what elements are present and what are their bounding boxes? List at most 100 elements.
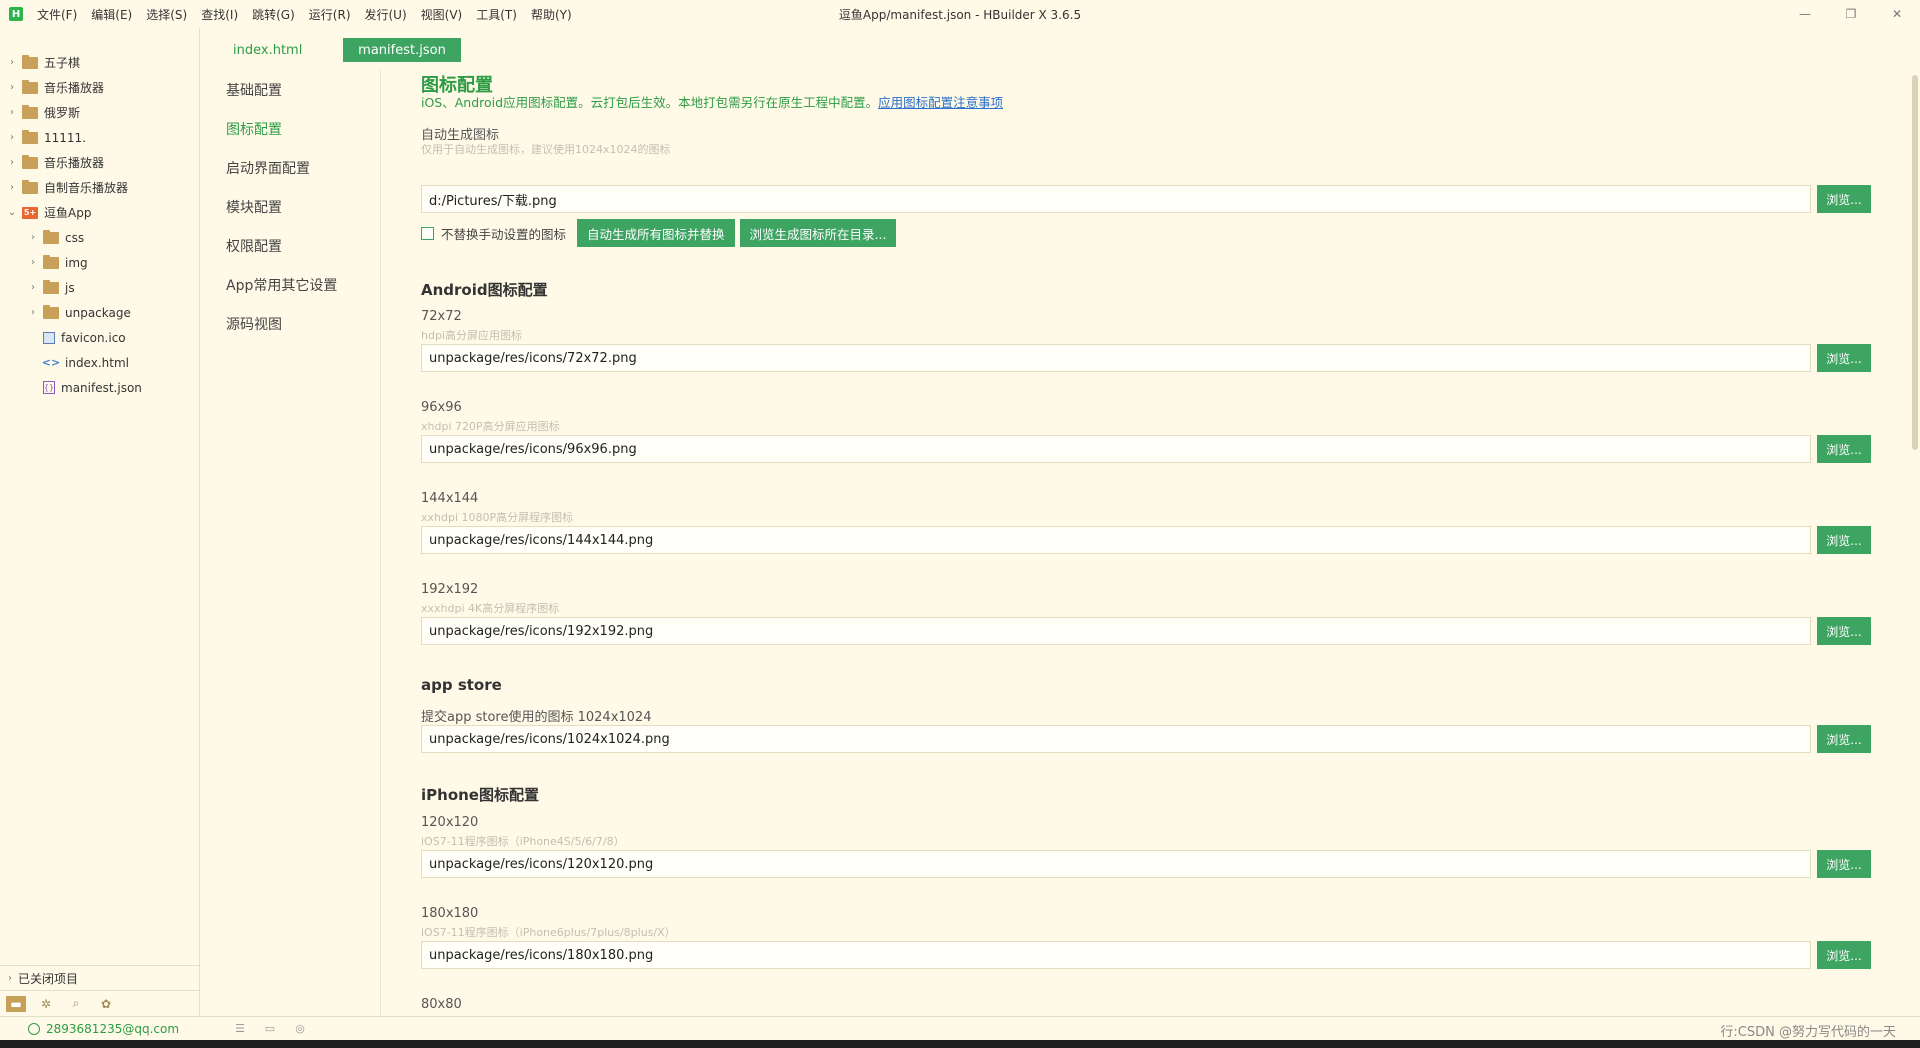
tree-project-open[interactable]: ⌄ 5+ 逗鱼App (0, 200, 199, 225)
iphone-section-title: iPhone图标配置 (421, 786, 539, 804)
chevron-right-icon[interactable]: › (6, 107, 18, 118)
tree-folder[interactable]: › img (0, 250, 199, 275)
chevron-right-icon[interactable]: › (27, 282, 39, 293)
menu-find[interactable]: 查找(I) (201, 6, 238, 23)
tree-project[interactable]: › 11111. (0, 125, 199, 150)
field-label: 144x144 (421, 491, 479, 506)
nav-permission-config[interactable]: 权限配置 (201, 226, 380, 265)
tree-project[interactable]: › 五子棋 (0, 50, 199, 75)
icon-notes-link[interactable]: 应用图标配置注意事项 (878, 95, 1003, 110)
tree-project[interactable]: › 自制音乐播放器 (0, 175, 199, 200)
browse-button[interactable]: 浏览... (1817, 725, 1871, 753)
menu-select[interactable]: 选择(S) (146, 6, 187, 23)
scrollbar-thumb[interactable] (1912, 75, 1918, 450)
nav-splash-config[interactable]: 启动界面配置 (201, 148, 380, 187)
folder-icon (22, 104, 38, 119)
title-bar: H 文件(F) 编辑(E) 选择(S) 查找(I) 跳转(G) 运行(R) 发行… (0, 0, 1920, 28)
keep-manual-icons-checkbox[interactable] (421, 226, 434, 240)
menu-goto[interactable]: 跳转(G) (252, 6, 295, 23)
open-icons-dir-button[interactable]: 浏览生成图标所在目录... (739, 219, 897, 247)
android-72-path-field[interactable]: unpackage/res/icons/72x72.png (421, 344, 1811, 372)
icon-config-panel: 图标配置 iOS、Android应用图标配置。云打包后生效。本地打包需另行在原生… (382, 65, 1902, 1016)
generate-icons-button[interactable]: 自动生成所有图标并替换 (577, 219, 735, 247)
chevron-right-icon[interactable]: › (6, 132, 18, 143)
browse-button[interactable]: 浏览... (1817, 617, 1871, 645)
tree-file[interactable]: favicon.ico (0, 325, 199, 350)
tree-folder[interactable]: › js (0, 275, 199, 300)
browse-button[interactable]: 浏览... (1817, 526, 1871, 554)
app-project-icon: 5+ (22, 206, 38, 219)
chevron-down-icon[interactable]: ⌄ (6, 207, 18, 218)
content-scrollbar[interactable] (1910, 65, 1920, 1016)
tree-folder[interactable]: › unpackage (0, 300, 199, 325)
user-icon (28, 1022, 40, 1035)
tree-folder[interactable]: › css (0, 225, 199, 250)
tree-project[interactable]: › 音乐播放器 (0, 75, 199, 100)
chevron-right-icon[interactable]: › (27, 307, 39, 318)
field-hint: xxhdpi 1080P高分屏程序图标 (421, 511, 574, 524)
menu-tools[interactable]: 工具(T) (476, 6, 517, 23)
field-hint: hdpi高分屏应用图标 (421, 329, 522, 342)
html-file-icon: <> (41, 356, 61, 369)
tree-project[interactable]: › 音乐播放器 (0, 150, 199, 175)
menu-edit[interactable]: 编辑(E) (91, 6, 132, 23)
tree-label: 音乐播放器 (44, 81, 105, 95)
chevron-right-icon[interactable]: › (6, 82, 18, 93)
chevron-right-icon[interactable]: › (6, 157, 18, 168)
android-192-path-field[interactable]: unpackage/res/icons/192x192.png (421, 617, 1811, 645)
menu-publish[interactable]: 发行(U) (365, 6, 407, 23)
browse-button[interactable]: 浏览... (1817, 941, 1871, 969)
minimize-icon[interactable]: — (1782, 0, 1828, 28)
plugin-icon[interactable]: ✿ (96, 996, 116, 1012)
iphone-120-path-field[interactable]: unpackage/res/icons/120x120.png (421, 850, 1811, 878)
chevron-right-icon[interactable]: › (6, 182, 18, 193)
project-tree: › 五子棋 › 音乐播放器 › 俄罗斯 › 11111. › 音乐播放器 › 自… (0, 28, 199, 400)
nav-source-view[interactable]: 源码视图 (201, 304, 380, 343)
account-email: 2893681235@qq.com (46, 1021, 180, 1036)
chevron-right-icon[interactable]: › (8, 973, 12, 984)
nav-icon-config[interactable]: 图标配置 (201, 109, 380, 148)
debug-icon[interactable]: ✲ (36, 996, 56, 1012)
browser-icon[interactable]: ◎ (292, 1021, 308, 1035)
browse-button[interactable]: 浏览... (1817, 185, 1871, 213)
field-label: 180x180 (421, 906, 479, 921)
auto-icon-path-field[interactable]: d:/Pictures/下载.png (421, 185, 1811, 213)
menu-help[interactable]: 帮助(Y) (531, 6, 572, 23)
nav-basic-config[interactable]: 基础配置 (201, 70, 380, 109)
tree-file[interactable]: <> index.html (0, 350, 199, 375)
terminal-icon[interactable]: ▭ (262, 1021, 278, 1035)
menu-view[interactable]: 视图(V) (421, 6, 463, 23)
os-taskbar (0, 1040, 1920, 1048)
tab-index-html[interactable]: index.html (221, 38, 314, 62)
menu-file[interactable]: 文件(F) (37, 6, 77, 23)
account-info[interactable]: 2893681235@qq.com (28, 1022, 179, 1036)
maximize-icon[interactable]: ❐ (1828, 0, 1874, 28)
tree-file[interactable]: {} manifest.json (0, 375, 199, 400)
folder-icon (22, 129, 38, 144)
android-144-path-field[interactable]: unpackage/res/icons/144x144.png (421, 526, 1811, 554)
folder-icon (22, 79, 38, 94)
chevron-right-icon[interactable]: › (27, 257, 39, 268)
browse-button[interactable]: 浏览... (1817, 344, 1871, 372)
search-files-icon[interactable]: ⌕ (66, 996, 86, 1012)
tree-label: favicon.ico (61, 330, 126, 345)
menu-run[interactable]: 运行(R) (309, 6, 351, 23)
browse-button[interactable]: 浏览... (1817, 435, 1871, 463)
field-hint: xhdpi 720P高分屏应用图标 (421, 420, 560, 433)
chevron-right-icon[interactable]: › (27, 232, 39, 243)
chevron-right-icon[interactable]: › (6, 57, 18, 68)
tab-manifest-json[interactable]: manifest.json (343, 38, 461, 62)
nav-other-settings[interactable]: App常用其它设置 (201, 265, 380, 304)
closed-projects[interactable]: › 已关闭项目 (0, 965, 199, 990)
close-icon[interactable]: ✕ (1874, 0, 1920, 28)
browse-button[interactable]: 浏览... (1817, 850, 1871, 878)
project-manager-icon[interactable]: ▬ (6, 995, 26, 1012)
outline-icon[interactable]: ☰ (232, 1021, 248, 1035)
nav-module-config[interactable]: 模块配置 (201, 187, 380, 226)
manifest-config-nav: 基础配置 图标配置 启动界面配置 模块配置 权限配置 App常用其它设置 源码视… (201, 70, 381, 1016)
android-96-path-field[interactable]: unpackage/res/icons/96x96.png (421, 435, 1811, 463)
iphone-180-path-field[interactable]: unpackage/res/icons/180x180.png (421, 941, 1811, 969)
tree-project[interactable]: › 俄罗斯 (0, 100, 199, 125)
tree-label: 俄罗斯 (44, 106, 81, 120)
appstore-icon-path-field[interactable]: unpackage/res/icons/1024x1024.png (421, 725, 1811, 753)
